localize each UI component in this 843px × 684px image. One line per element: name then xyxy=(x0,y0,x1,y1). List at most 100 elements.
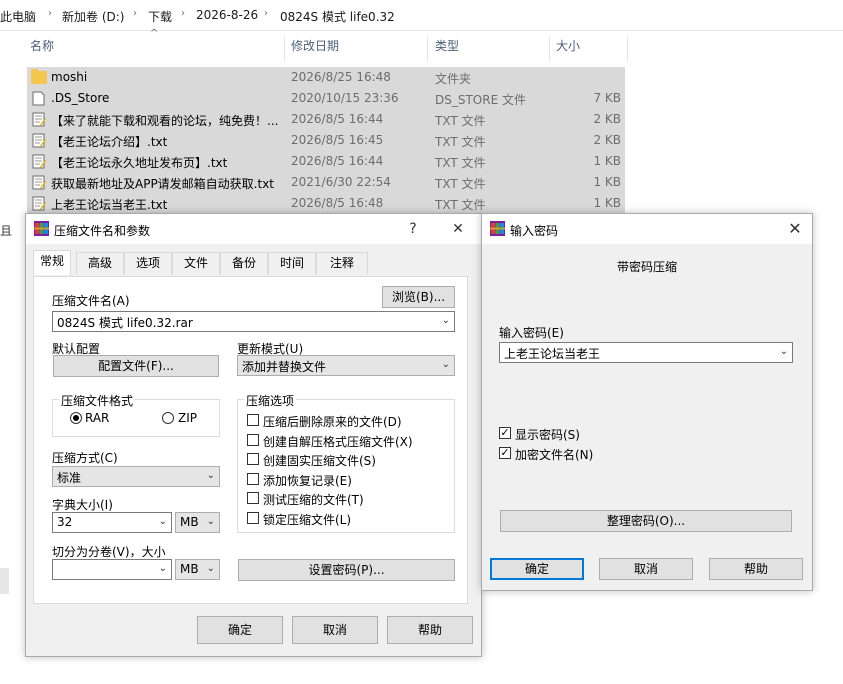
format-rar-radio[interactable] xyxy=(70,412,82,424)
file-size: 1 KB xyxy=(593,175,621,189)
archive-option-checkbox[interactable] xyxy=(247,434,259,446)
compression-method-select[interactable]: 标准 ⌄ xyxy=(52,466,220,487)
encrypt-filenames-checkbox[interactable]: ✓ xyxy=(499,447,511,459)
password-ok-button[interactable]: 确定 xyxy=(490,558,584,580)
password-help-button[interactable]: 帮助 xyxy=(709,558,803,580)
file-row[interactable]: 上老王论坛当老王.txt 2026/8/5 16:48 TXT 文件 1 KB xyxy=(27,193,625,214)
tab-files[interactable]: 文件 xyxy=(172,252,220,274)
tab-options[interactable]: 选项 xyxy=(124,252,172,274)
breadcrumb-separator[interactable]: › xyxy=(48,8,52,19)
winrar-icon xyxy=(34,221,49,236)
password-input[interactable]: 上老王论坛当老王 ⌄ xyxy=(499,342,793,363)
split-unit-select[interactable]: MB ⌄ xyxy=(175,559,220,580)
archive-option-checkbox[interactable] xyxy=(247,453,259,465)
file-type: TXT 文件 xyxy=(435,135,486,149)
file-size: 1 KB xyxy=(593,196,621,210)
help-icon[interactable]: ? xyxy=(402,218,424,240)
format-zip-radio[interactable] xyxy=(162,412,174,424)
chevron-down-icon[interactable]: ⌄ xyxy=(780,346,788,357)
chevron-down-icon[interactable]: ⌄ xyxy=(159,516,167,527)
column-header-type[interactable]: 类型 xyxy=(435,37,459,63)
show-password-label[interactable]: 显示密码(S) xyxy=(515,426,580,443)
file-size: 2 KB xyxy=(593,133,621,147)
archive-dialog-title-bar[interactable]: 压缩文件名和参数 ? ✕ xyxy=(26,214,481,244)
file-date: 2026/8/25 16:48 xyxy=(291,70,391,84)
archive-option-label[interactable]: 压缩后删除原来的文件(D) xyxy=(263,413,402,430)
chevron-down-icon[interactable]: ⌄ xyxy=(442,315,450,326)
archive-option-checkbox[interactable] xyxy=(247,512,259,524)
archive-option-checkbox[interactable] xyxy=(247,492,259,504)
password-dialog-title-bar[interactable]: 输入密码 ✕ xyxy=(482,214,812,244)
breadcrumb-item-drive[interactable]: 新加卷 (D:) xyxy=(62,8,124,25)
dictionary-unit-select[interactable]: MB ⌄ xyxy=(175,512,220,533)
profiles-button[interactable]: 配置文件(F)... xyxy=(53,355,219,377)
file-name: .DS_Store xyxy=(51,91,110,105)
set-password-button[interactable]: 设置密码(P)... xyxy=(238,559,455,581)
archive-cancel-button[interactable]: 取消 xyxy=(292,616,378,644)
chevron-down-icon[interactable]: ⌄ xyxy=(207,516,215,527)
breadcrumb-item-this-pc[interactable]: 此电脑 xyxy=(0,8,36,25)
file-row[interactable]: 获取最新地址及APP请发邮箱自动获取.txt 2021/6/30 22:54 TXT… xyxy=(27,172,625,193)
column-header-size[interactable]: 大小 xyxy=(556,37,580,63)
archive-option-checkbox[interactable] xyxy=(247,414,259,426)
file-row[interactable]: 【老王论坛永久地址发布页】.txt 2026/8/5 16:44 TXT 文件 1 K… xyxy=(27,151,625,172)
format-zip-label[interactable]: ZIP xyxy=(178,411,197,425)
breadcrumb-separator[interactable]: › xyxy=(181,8,185,19)
txt-icon xyxy=(32,175,46,190)
chevron-down-icon[interactable]: ⌄ xyxy=(442,359,450,370)
column-divider[interactable] xyxy=(427,36,428,62)
file-row[interactable]: .DS_Store 2020/10/15 23:36 DS_STORE 文件 7 KB xyxy=(27,88,625,109)
breadcrumb-item-downloads[interactable]: 下载 xyxy=(148,8,172,25)
tab-comment[interactable]: 注释 xyxy=(316,252,368,274)
archive-help-button[interactable]: 帮助 xyxy=(387,616,473,644)
encrypt-filenames-label[interactable]: 加密文件名(N) xyxy=(515,446,593,463)
file-name: 获取最新地址及APP请发邮箱自动获取.txt xyxy=(51,177,275,191)
archive-option-label[interactable]: 创建固实压缩文件(S) xyxy=(263,452,376,469)
archive-ok-button[interactable]: 确定 xyxy=(197,616,283,644)
archive-option-label[interactable]: 锁定压缩文件(L) xyxy=(263,511,351,528)
chevron-down-icon[interactable]: ⌄ xyxy=(207,470,215,481)
file-name: 【老王论坛介绍】.txt xyxy=(51,135,168,149)
archive-option-checkbox[interactable] xyxy=(247,473,259,485)
column-header-date[interactable]: 修改日期 xyxy=(291,37,339,63)
browse-button[interactable]: 浏览(B)... xyxy=(382,286,455,308)
file-date: 2026/8/5 16:44 xyxy=(291,154,384,168)
breadcrumb-separator[interactable]: › xyxy=(133,8,137,19)
file-name: 【来了就能下载和观看的论坛，纯免费！... xyxy=(51,114,279,128)
file-name: moshi xyxy=(51,70,88,84)
file-type: TXT 文件 xyxy=(435,156,486,170)
show-password-checkbox[interactable]: ✓ xyxy=(499,427,511,439)
file-row[interactable]: 【老王论坛介绍】.txt 2026/8/5 16:45 TXT 文件 2 KB xyxy=(27,130,625,151)
tab-general[interactable]: 常规 xyxy=(33,250,71,275)
txt-icon xyxy=(32,196,46,211)
column-divider[interactable] xyxy=(627,36,628,62)
breadcrumb-item-current-folder[interactable]: 0824S 模式 life0.32 xyxy=(280,8,395,25)
split-volumes-combo[interactable]: ⌄ xyxy=(52,559,172,580)
archive-option-label[interactable]: 测试压缩的文件(T) xyxy=(263,491,364,508)
navigation-pane-selection[interactable] xyxy=(0,568,9,594)
organize-passwords-button[interactable]: 整理密码(O)... xyxy=(500,510,792,532)
column-header-name[interactable]: 名称 xyxy=(30,37,54,63)
tab-backup[interactable]: 备份 xyxy=(220,252,268,274)
chevron-down-icon[interactable]: ⌄ xyxy=(159,563,167,574)
breadcrumb-separator[interactable]: › xyxy=(264,8,268,19)
txt-icon xyxy=(32,133,46,148)
winrar-icon xyxy=(490,221,505,236)
close-icon[interactable]: ✕ xyxy=(784,218,806,240)
archive-option-label[interactable]: 创建自解压格式压缩文件(X) xyxy=(263,433,413,450)
chevron-down-icon[interactable]: ⌄ xyxy=(207,563,215,574)
tab-time[interactable]: 时间 xyxy=(268,252,316,274)
file-row[interactable]: moshi 2026/8/25 16:48 文件夹 xyxy=(27,67,625,88)
breadcrumb-item-date-folder[interactable]: 2026-8-26 xyxy=(196,8,258,22)
column-divider[interactable] xyxy=(549,36,550,62)
format-rar-label[interactable]: RAR xyxy=(85,411,109,425)
tab-advanced[interactable]: 高级 xyxy=(76,252,124,274)
file-row[interactable]: 【来了就能下载和观看的论坛，纯免费！... 2026/8/5 16:44 TXT 文… xyxy=(27,109,625,130)
archive-name-combo[interactable]: 0824S 模式 life0.32.rar ⌄ xyxy=(52,311,455,332)
dictionary-size-combo[interactable]: 32 ⌄ xyxy=(52,512,172,533)
column-divider[interactable] xyxy=(284,36,285,62)
archive-option-label[interactable]: 添加恢复记录(E) xyxy=(263,472,352,489)
update-mode-select[interactable]: 添加并替换文件 ⌄ xyxy=(237,355,455,376)
password-cancel-button[interactable]: 取消 xyxy=(599,558,693,580)
close-icon[interactable]: ✕ xyxy=(447,218,469,240)
